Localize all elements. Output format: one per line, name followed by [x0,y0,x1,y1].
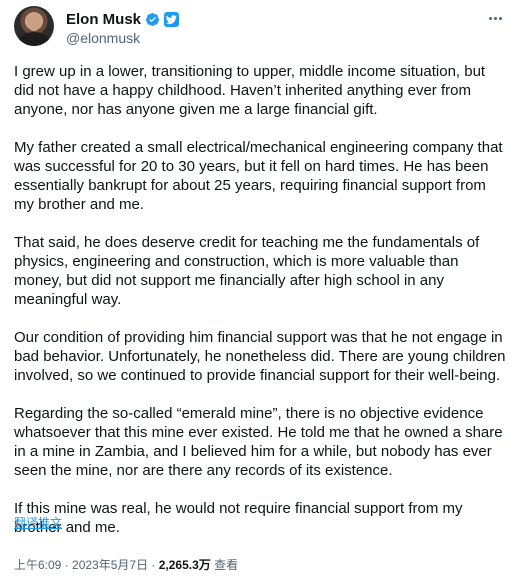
views-label: 查看 [210,558,239,572]
tweet-paragraph: Regarding the so-called “emerald mine”, … [14,405,503,479]
tweet-text: I grew up in a lower, transitioning to u… [14,62,508,556]
tweet-paragraph: That said, he does deserve credit for te… [14,234,480,308]
translate-tweet-link[interactable]: 翻译推文 [14,514,62,531]
tweet-time[interactable]: 上午6:09 [14,558,61,572]
twitter-bird-icon [164,11,180,27]
meta-separator: · [148,558,159,572]
tweet-paragraph: If this mine was real, he would not requ… [14,500,463,536]
verified-badge-icon [145,12,160,26]
tweet-header: Elon Musk @elonmusk [14,6,507,50]
tweet-date[interactable]: 2023年5月7日 [72,558,148,572]
meta-separator: · [61,558,73,572]
avatar[interactable] [14,6,54,46]
tweet-card: Elon Musk @elonmusk I grew up in a lower… [0,0,521,578]
tweet-meta: 上午6:09 · 2023年5月7日 · 2,265.3万 查看 [14,556,238,573]
tweet-paragraph: Our condition of providing him financial… [14,329,506,384]
views-count[interactable]: 2,265.3万 [159,558,211,572]
tweet-paragraph: My father created a small electrical/mec… [14,139,503,213]
author-display-name[interactable]: Elon Musk [66,11,141,28]
more-options-icon[interactable] [483,10,507,26]
author-handle[interactable]: @elonmusk [66,30,140,46]
tweet-paragraph: I grew up in a lower, transitioning to u… [14,63,486,118]
author-name-row: Elon Musk [66,10,180,28]
